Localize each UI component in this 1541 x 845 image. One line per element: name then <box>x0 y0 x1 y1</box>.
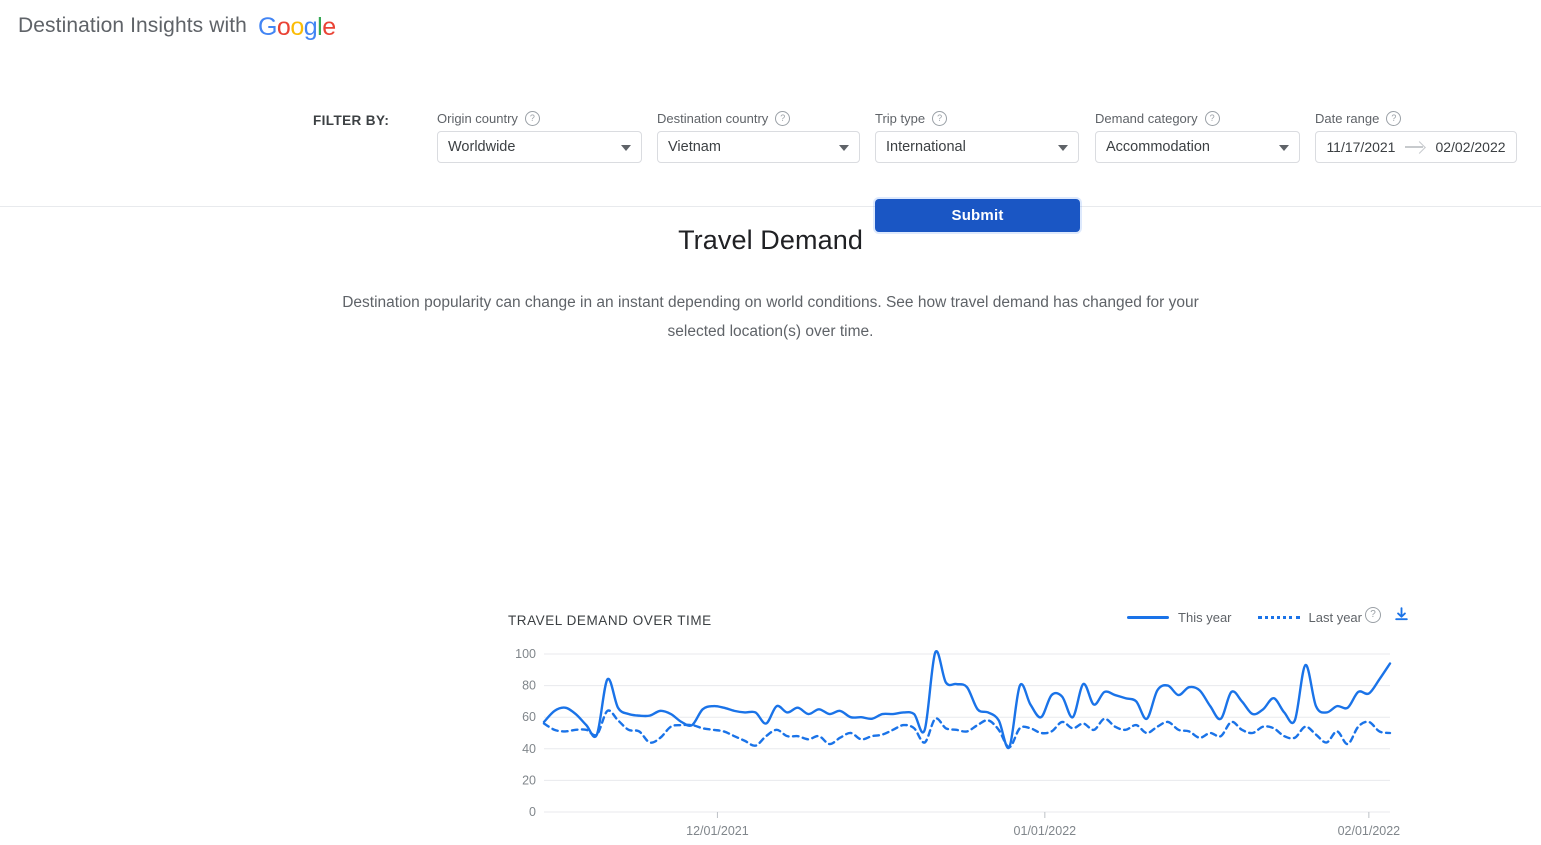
filter-label-text: Date range <box>1315 111 1379 126</box>
filter-label-date-range: Date range ? <box>1315 110 1517 126</box>
chart-series-this-year <box>544 651 1390 748</box>
app-header: Destination Insights with Google <box>0 0 1541 46</box>
date-range-field[interactable]: 11/17/2021 02/02/2022 <box>1315 131 1517 163</box>
help-icon[interactable]: ? <box>775 111 790 126</box>
travel-demand-chart-card: TRAVEL DEMAND OVER TIME This year Last y… <box>508 609 1410 845</box>
y-axis-tick-label: 60 <box>522 710 536 724</box>
google-logo-letter: o <box>290 13 303 41</box>
x-axis-tick-label: 02/01/2022 <box>1338 824 1401 838</box>
filter-label-text: Demand category <box>1095 111 1198 126</box>
y-axis-tick-label: 0 <box>529 805 536 819</box>
select-value: Vietnam <box>668 139 721 155</box>
chevron-down-icon <box>1279 145 1289 151</box>
help-icon[interactable]: ? <box>1386 111 1401 126</box>
chevron-down-icon <box>621 145 631 151</box>
arrow-right-icon <box>1405 141 1425 153</box>
content-area: Travel Demand Destination popularity can… <box>0 225 1541 346</box>
x-axis-tick-label: 12/01/2021 <box>686 824 749 838</box>
legend-item-this-year[interactable]: This year <box>1127 610 1231 625</box>
select-demand-category[interactable]: Accommodation <box>1095 131 1300 163</box>
legend-line-dotted-icon <box>1258 616 1300 619</box>
filter-label-text: Destination country <box>657 111 768 126</box>
chart-title: TRAVEL DEMAND OVER TIME <box>508 613 712 628</box>
select-destination-country[interactable]: Vietnam <box>657 131 860 163</box>
google-logo-letter: g <box>304 13 317 41</box>
select-origin-country[interactable]: Worldwide <box>437 131 642 163</box>
chart-plot-area: 0 20 40 60 80 100 12/01/2021 01/01/2022 02/01/20… <box>508 645 1410 845</box>
app-title: Destination Insights with <box>18 14 247 38</box>
filter-label-text: Trip type <box>875 111 925 126</box>
help-icon[interactable]: ? <box>1205 111 1220 126</box>
legend-label: This year <box>1178 610 1231 625</box>
help-icon[interactable]: ? <box>1365 607 1381 623</box>
google-logo-letter: o <box>277 13 290 41</box>
filter-label-origin-country: Origin country ? <box>437 110 642 126</box>
filter-label-text: Origin country <box>437 111 518 126</box>
page-description: Destination popularity can change in an … <box>321 288 1221 346</box>
filter-group-demand-category: Demand category ? Accommodation <box>1095 110 1300 163</box>
select-value: Accommodation <box>1106 139 1210 155</box>
google-logo-letter: G <box>258 13 277 41</box>
legend-line-solid-icon <box>1127 616 1169 619</box>
filter-group-destination-country: Destination country ? Vietnam <box>657 110 860 163</box>
y-axis-tick-label: 100 <box>515 647 536 661</box>
date-range-start: 11/17/2021 <box>1326 139 1395 155</box>
y-axis-tick-label: 20 <box>522 773 536 787</box>
chart-header: TRAVEL DEMAND OVER TIME This year Last y… <box>508 609 1410 631</box>
filter-group-origin-country: Origin country ? Worldwide <box>437 110 642 163</box>
chart-actions: ? <box>1365 606 1410 623</box>
select-trip-type[interactable]: International <box>875 131 1079 163</box>
select-value: International <box>886 139 966 155</box>
chart-series-last-year <box>544 710 1390 747</box>
page-title: Travel Demand <box>0 225 1541 256</box>
filter-label-demand-category: Demand category ? <box>1095 110 1300 126</box>
chevron-down-icon <box>839 145 849 151</box>
filter-bar: FILTER BY: Origin country ? Worldwide De… <box>0 46 1541 207</box>
help-icon[interactable]: ? <box>932 111 947 126</box>
chart-legend: This year Last year <box>1127 610 1362 625</box>
google-logo: Google <box>258 13 336 42</box>
date-range-end: 02/02/2022 <box>1435 139 1505 155</box>
filter-label-trip-type: Trip type ? <box>875 110 1079 126</box>
travel-demand-line-chart: 0 20 40 60 80 100 12/01/2021 01/01/2022 02/01/20… <box>508 645 1410 845</box>
select-value: Worldwide <box>448 139 515 155</box>
x-axis-tick-label: 01/01/2022 <box>1014 824 1077 838</box>
filter-group-date-range: Date range ? 11/17/2021 02/02/2022 <box>1315 110 1517 163</box>
filter-label-destination-country: Destination country ? <box>657 110 860 126</box>
filter-group-trip-type: Trip type ? International <box>875 110 1079 163</box>
help-icon[interactable]: ? <box>525 111 540 126</box>
legend-item-last-year[interactable]: Last year <box>1258 610 1362 625</box>
filter-by-label: FILTER BY: <box>313 113 389 128</box>
chevron-down-icon <box>1058 145 1068 151</box>
google-logo-letter: e <box>322 13 335 41</box>
download-icon[interactable] <box>1393 606 1410 623</box>
y-axis-tick-label: 80 <box>522 679 536 693</box>
y-axis-tick-label: 40 <box>522 742 536 756</box>
legend-label: Last year <box>1309 610 1362 625</box>
